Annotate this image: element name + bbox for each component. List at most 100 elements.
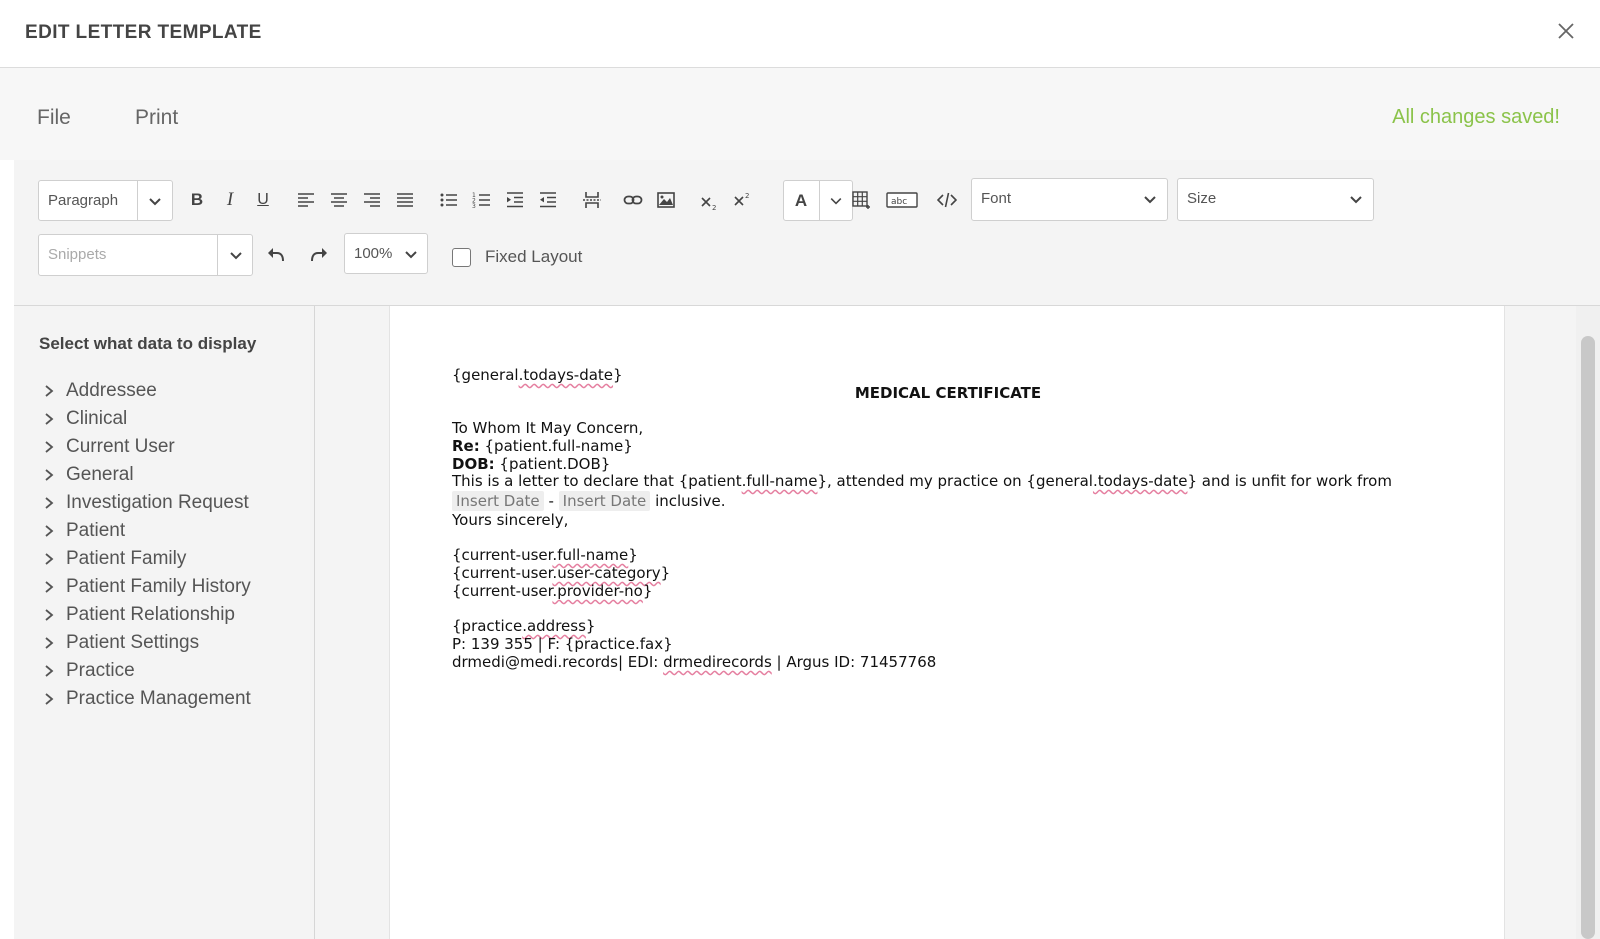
tree-item-label: Current User (66, 436, 175, 457)
editor-scrollbar[interactable] (1576, 306, 1600, 939)
tree-item-patient-family-history[interactable]: Patient Family History (42, 575, 251, 599)
letter-practice-address: {practice.address} (452, 617, 596, 635)
page-break-icon (583, 192, 601, 208)
close-icon (1558, 23, 1574, 39)
svg-text:3: 3 (472, 203, 476, 210)
tree-item-investigation-request[interactable]: Investigation Request (42, 491, 249, 515)
chevron-down-icon (830, 198, 842, 205)
letter-user-provider: {current-user.provider-no} (452, 582, 653, 600)
chevron-right-icon (45, 525, 54, 537)
chevron-right-icon (45, 385, 54, 397)
link-button[interactable] (620, 187, 646, 213)
letter-date-line: {general.todays-date} (452, 366, 623, 384)
bullet-list-button[interactable] (436, 187, 462, 213)
zoom-select-value: 100% (354, 245, 393, 262)
image-button[interactable] (653, 187, 679, 213)
letter-heading: MEDICAL CERTIFICATE (854, 384, 1042, 402)
numbered-list-icon: 123 (472, 192, 490, 210)
align-right-icon (364, 193, 380, 207)
font-color-button[interactable]: A (788, 188, 814, 214)
redo-button[interactable] (306, 242, 332, 268)
letter-email-line: drmedi@medi.records| EDI: drmedirecords … (452, 653, 937, 671)
align-justify-icon (397, 193, 413, 207)
snippets-select[interactable]: Snippets (38, 234, 253, 276)
chevron-right-icon (45, 693, 54, 705)
insert-date-start[interactable]: Insert Date (452, 491, 544, 511)
modal-title: EDIT LETTER TEMPLATE (25, 22, 262, 43)
subscript-button[interactable]: 2 (697, 189, 723, 215)
tree-item-patient-relationship[interactable]: Patient Relationship (42, 603, 235, 627)
numbered-list-button[interactable]: 123 (469, 187, 495, 213)
code-icon (937, 192, 957, 208)
font-select[interactable]: Font (971, 178, 1168, 221)
spellcheck-icon: abc (886, 192, 918, 208)
insert-date-end[interactable]: Insert Date (558, 491, 651, 511)
italic-button[interactable]: I (217, 187, 243, 213)
bullet-list-icon (440, 193, 457, 207)
tree-item-label: Patient Family History (66, 576, 251, 597)
tree-item-practice[interactable]: Practice (42, 659, 135, 683)
page-break-button[interactable] (579, 187, 605, 213)
letter-dates-line: Insert Date - Insert Date inclusive. (452, 491, 726, 511)
align-justify-button[interactable] (392, 187, 418, 213)
chevron-right-icon (45, 441, 54, 453)
align-center-icon (331, 193, 347, 207)
align-center-button[interactable] (326, 187, 352, 213)
svg-text:2: 2 (745, 192, 749, 200)
editor-area: {general.todays-date} MEDICAL CERTIFICAT… (315, 306, 1600, 939)
undo-button[interactable] (263, 242, 289, 268)
chevron-down-icon (405, 251, 417, 259)
outdent-button[interactable] (535, 187, 561, 213)
letter-document[interactable]: {general.todays-date} MEDICAL CERTIFICAT… (389, 306, 1505, 939)
letter-body-line: This is a letter to declare that {patien… (452, 472, 1392, 490)
tree-item-label: Investigation Request (66, 492, 249, 513)
file-menu[interactable]: File (37, 106, 71, 130)
snippets-select-value: Snippets (48, 246, 107, 263)
tree-item-label: Patient Relationship (66, 604, 235, 625)
tree-item-patient-family[interactable]: Patient Family (42, 547, 186, 571)
tree-item-patient[interactable]: Patient (42, 519, 125, 543)
tree-item-label: Clinical (66, 408, 128, 429)
svg-text:abc: abc (891, 197, 907, 207)
align-left-icon (298, 193, 314, 207)
redo-icon (311, 248, 327, 262)
align-right-button[interactable] (359, 187, 385, 213)
bold-button[interactable]: B (184, 187, 210, 213)
align-left-button[interactable] (293, 187, 319, 213)
chevron-right-icon (45, 413, 54, 425)
chevron-right-icon (45, 553, 54, 565)
tree-item-clinical[interactable]: Clinical (42, 407, 127, 431)
table-button[interactable] (848, 187, 874, 213)
sidebar-title: Select what data to display (39, 334, 257, 353)
superscript-icon: 2 (734, 192, 749, 206)
tree-item-addressee[interactable]: Addressee (42, 379, 157, 403)
size-select[interactable]: Size (1177, 178, 1374, 221)
letter-user-category: {current-user.user-category} (452, 564, 671, 582)
tree-item-current-user[interactable]: Current User (42, 435, 175, 459)
indent-button[interactable] (502, 187, 528, 213)
outdent-icon (540, 192, 556, 208)
chevron-right-icon (45, 497, 54, 509)
spellcheck-button[interactable]: abc (886, 187, 918, 213)
underline-button[interactable]: U (250, 187, 276, 213)
scrollbar-thumb[interactable] (1581, 336, 1595, 939)
zoom-select[interactable]: 100% (344, 233, 428, 274)
print-menu[interactable]: Print (135, 106, 178, 130)
image-icon (657, 192, 675, 208)
tree-item-patient-settings[interactable]: Patient Settings (42, 631, 199, 655)
data-sidebar: Select what data to display Addressee Cl… (14, 306, 315, 939)
fixed-layout-checkbox[interactable] (452, 248, 471, 267)
tree-item-general[interactable]: General (42, 463, 134, 487)
superscript-button[interactable]: 2 (730, 187, 756, 213)
close-button[interactable] (1553, 18, 1579, 44)
fixed-layout-label: Fixed Layout (485, 247, 583, 266)
tree-item-label: Practice Management (66, 688, 251, 709)
font-color-dropdown[interactable] (823, 188, 849, 214)
table-icon (852, 191, 870, 209)
letter-re-line: Re: {patient.full-name} (452, 437, 633, 455)
chevron-down-icon (1144, 196, 1156, 204)
chevron-down-icon (230, 252, 242, 260)
paragraph-select[interactable]: Paragraph (38, 180, 173, 221)
tree-item-practice-management[interactable]: Practice Management (42, 687, 251, 711)
source-code-button[interactable] (934, 187, 960, 213)
